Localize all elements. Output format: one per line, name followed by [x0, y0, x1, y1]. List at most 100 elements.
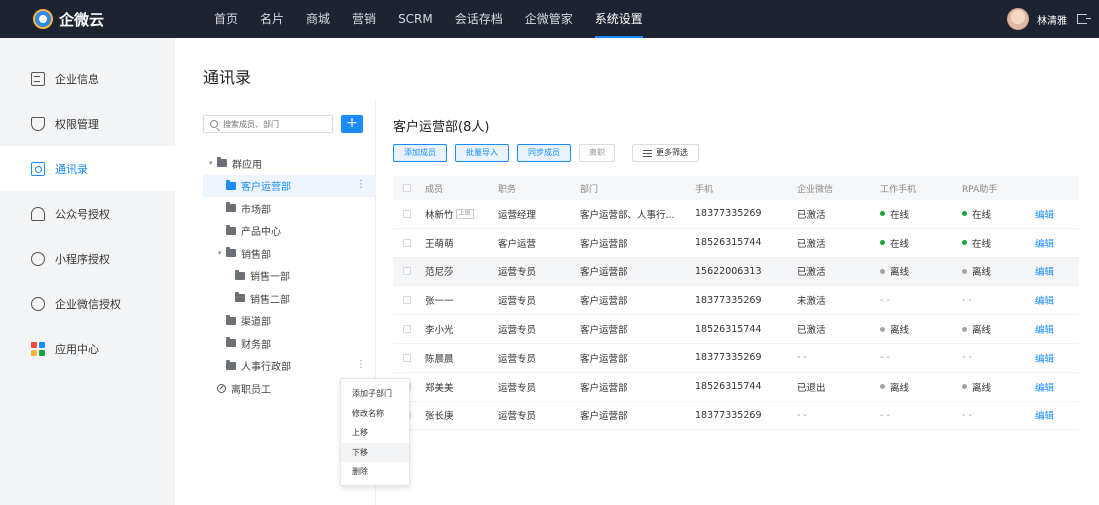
nav-item[interactable]: 商城 [295, 0, 341, 38]
edit-link[interactable]: 编辑 [1035, 380, 1075, 394]
add-department-button[interactable]: + [341, 115, 363, 133]
table-row[interactable]: 张一一 运营专员 客户运营部 18377335269 未激活 - - - - 编辑 [393, 286, 1079, 316]
nav-item[interactable]: SCRM [387, 0, 444, 38]
chevron-down-icon[interactable]: ▾ [218, 249, 226, 257]
search-icon [210, 120, 218, 128]
status-dot-icon [962, 384, 967, 390]
nav-item[interactable]: 系统设置 [584, 0, 654, 38]
search-input[interactable] [223, 119, 328, 129]
nav-item[interactable]: 名片 [249, 0, 295, 38]
context-menu-item[interactable]: 添加子部门 [341, 384, 409, 404]
sync-members-button[interactable]: 同步成员 [517, 144, 571, 162]
row-checkbox[interactable] [403, 353, 411, 362]
context-menu-item[interactable]: 上移 [341, 423, 409, 443]
member-name-cell: 陈晨晨 [425, 351, 498, 365]
work-phone-status-label: 在线 [890, 238, 910, 250]
member-title: 运营专员 [498, 411, 537, 423]
more-icon[interactable]: ⋮ [356, 179, 366, 191]
nav-item[interactable]: 企微管家 [514, 0, 584, 38]
member-name-cell: 郑美美 [425, 380, 498, 394]
edit-link[interactable]: 编辑 [1035, 264, 1075, 278]
edit-link[interactable]: 编辑 [1035, 207, 1075, 221]
tree-node[interactable]: 人事行政部 ⋮ [203, 355, 376, 378]
add-member-button[interactable]: 添加成员 [393, 144, 447, 162]
member-name: 张一一 [425, 296, 454, 308]
rpa-status-label: 离线 [972, 325, 992, 337]
row-checkbox[interactable] [403, 267, 411, 276]
edit-link[interactable]: 编辑 [1035, 322, 1075, 336]
filter-icon [643, 149, 652, 157]
username[interactable]: 林清雅 [1037, 12, 1067, 27]
context-menu-item[interactable]: 修改名称 [341, 404, 409, 424]
edit-link[interactable]: 编辑 [1035, 408, 1075, 422]
tree-node[interactable]: 销售一部 [203, 265, 376, 288]
nav-item[interactable]: 营销 [341, 0, 387, 38]
logo[interactable]: 企微云 [33, 9, 203, 30]
sidebar-item-label: 应用中心 [55, 342, 99, 356]
sidebar-item[interactable]: 权限管理 [0, 101, 175, 146]
table-row[interactable]: 林新竹 上级 运营经理 客户运营部、人事行... 18377335269 已激活 在线 在线编… [393, 200, 1079, 229]
row-checkbox[interactable] [403, 209, 411, 218]
more-filter-button[interactable]: 更多筛选 [632, 144, 699, 162]
context-menu-item[interactable]: 删除 [341, 462, 409, 482]
table-body: 林新竹 上级 运营经理 客户运营部、人事行... 18377335269 已激活 在线 在线编… [393, 200, 1079, 431]
table-row[interactable]: 范尼莎 运营专员 客户运营部 15622006313 已激活 离线 离线 编辑 [393, 257, 1079, 287]
row-checkbox[interactable] [403, 296, 411, 305]
rpa-status-label: 离线 [972, 382, 992, 394]
tree-node[interactable]: 渠道部 [203, 310, 376, 333]
logout-icon[interactable] [1077, 14, 1091, 24]
chevron-down-icon[interactable]: ▾ [209, 159, 217, 167]
work-phone-status-label: 离线 [890, 325, 910, 337]
sidebar-item[interactable]: 企业微信授权 [0, 281, 175, 326]
miniprogram-icon [31, 251, 45, 266]
sidebar-item[interactable]: 小程序授权 [0, 236, 175, 281]
tree-node[interactable]: ▾ 销售部 [203, 242, 376, 265]
nav-item[interactable]: 首页 [203, 0, 249, 38]
tree-node[interactable]: 销售二部 [203, 287, 376, 310]
rpa-status: - - [962, 352, 1035, 363]
tree-node-label: 人事行政部 [241, 362, 291, 374]
tree-node[interactable]: ▾ 群应用 [203, 152, 376, 175]
member-title: 运营专员 [498, 325, 537, 337]
sidebar-item[interactable]: 应用中心 [0, 326, 175, 371]
table-row[interactable]: 王萌萌 客户运营 客户运营部 18526315744 已激活 在线 在线 编辑 [393, 229, 1079, 258]
nav-item[interactable]: 会话存档 [444, 0, 514, 38]
tree-node[interactable]: 产品中心 [203, 220, 376, 243]
avatar[interactable] [1007, 8, 1029, 30]
tree-node[interactable]: 财务部 [203, 332, 376, 355]
tree-node-label: 销售二部 [250, 294, 290, 306]
table-row[interactable]: 李小光 运营专员 客户运营部 18526315744 已激活 离线 离线 编辑 [393, 315, 1079, 344]
context-menu-item[interactable]: 下移 [341, 442, 409, 462]
table-row[interactable]: 张长庚 运营专员 客户运营部 18377335269 - - - - - - 编辑 [393, 402, 1079, 431]
edit-link[interactable]: 编辑 [1035, 236, 1075, 250]
member-department: 客户运营部 [580, 296, 628, 308]
edit-link[interactable]: 编辑 [1035, 293, 1075, 307]
search-box[interactable] [203, 115, 333, 133]
more-icon[interactable]: ⋮ [356, 359, 366, 371]
sidebar-item[interactable]: 公众号授权 [0, 191, 175, 236]
work-phone-status: - - [880, 295, 962, 306]
table-row[interactable]: 陈晨晨 运营专员 客户运营部 18377335269 - - - - - - 编辑 [393, 344, 1079, 373]
user-area: 林清雅 [1007, 0, 1091, 38]
sidebar-item[interactable]: 通讯录 [0, 146, 175, 191]
row-checkbox[interactable] [403, 238, 411, 247]
member-title: 运营经理 [498, 209, 537, 221]
select-all-checkbox[interactable] [403, 184, 411, 192]
sidebar-item[interactable]: 企业信息 [0, 56, 175, 101]
department-context-menu: 添加子部门 修改名称 上移 下移 删除 [340, 378, 410, 486]
tree-node[interactable]: 客户运营部 ⋮ [203, 174, 376, 197]
tree-node-label: 销售部 [241, 249, 271, 261]
wecom-status: 已激活 [797, 209, 826, 221]
member-department: 客户运营部 [580, 353, 628, 365]
column-header: 企业微信 [797, 184, 834, 195]
table-row[interactable]: 郑美美 运营专员 客户运营部 18526315744 已退出 离线 离线 编辑 [393, 373, 1079, 402]
batch-import-button[interactable]: 批量导入 [455, 144, 509, 162]
tree-node-label: 离职员工 [231, 384, 271, 396]
edit-link[interactable]: 编辑 [1035, 351, 1075, 365]
row-checkbox[interactable] [403, 325, 411, 334]
resign-button[interactable]: 离职 [579, 144, 615, 162]
work-phone-status-label: 在线 [890, 209, 910, 221]
tree-node[interactable]: 市场部 [203, 197, 376, 220]
member-phone: 18526315744 [695, 237, 762, 249]
rpa-status-label: - - [962, 352, 972, 364]
